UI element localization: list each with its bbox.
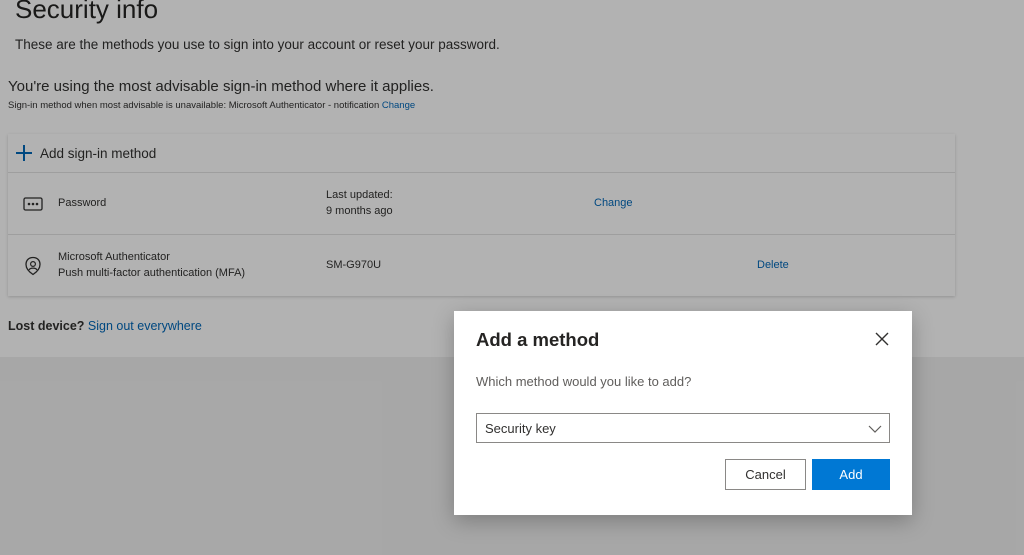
add-button[interactable]: Add (812, 459, 890, 490)
cancel-button[interactable]: Cancel (725, 459, 806, 490)
chevron-down-icon (868, 425, 882, 433)
add-method-dialog: Add a method Which method would you like… (454, 311, 912, 515)
close-icon[interactable] (874, 331, 890, 347)
method-select-value: Security key (485, 421, 556, 436)
method-select[interactable]: Security key (476, 413, 890, 443)
dialog-question: Which method would you like to add? (476, 374, 692, 389)
dialog-title: Add a method (476, 329, 600, 350)
